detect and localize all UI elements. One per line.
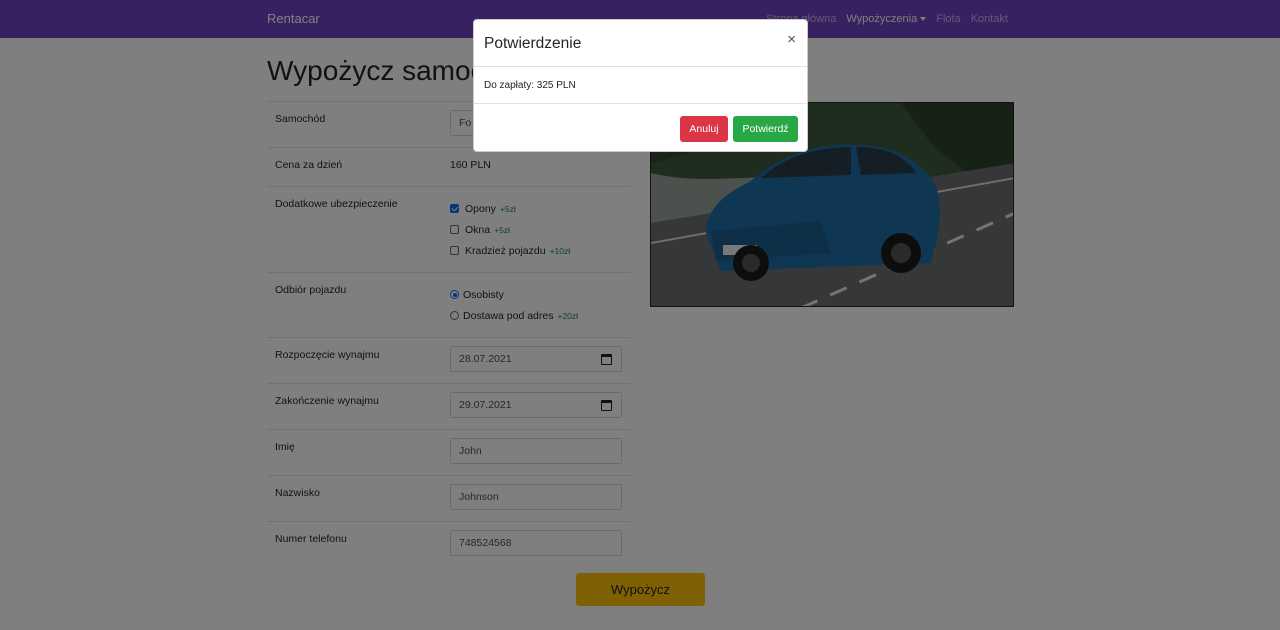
close-icon[interactable]: × [787, 32, 796, 47]
cancel-button[interactable]: Anuluj [680, 116, 728, 142]
modal-title: Potwierdzenie [484, 35, 582, 52]
confirmation-modal: Potwierdzenie × Do zapłaty: 325 PLN Anul… [473, 19, 808, 152]
modal-header: Potwierdzenie × [474, 20, 807, 67]
modal-footer: Anuluj Potwierdź [474, 104, 807, 152]
modal-body: Do zapłaty: 325 PLN [474, 67, 807, 104]
confirm-button[interactable]: Potwierdź [733, 116, 798, 142]
